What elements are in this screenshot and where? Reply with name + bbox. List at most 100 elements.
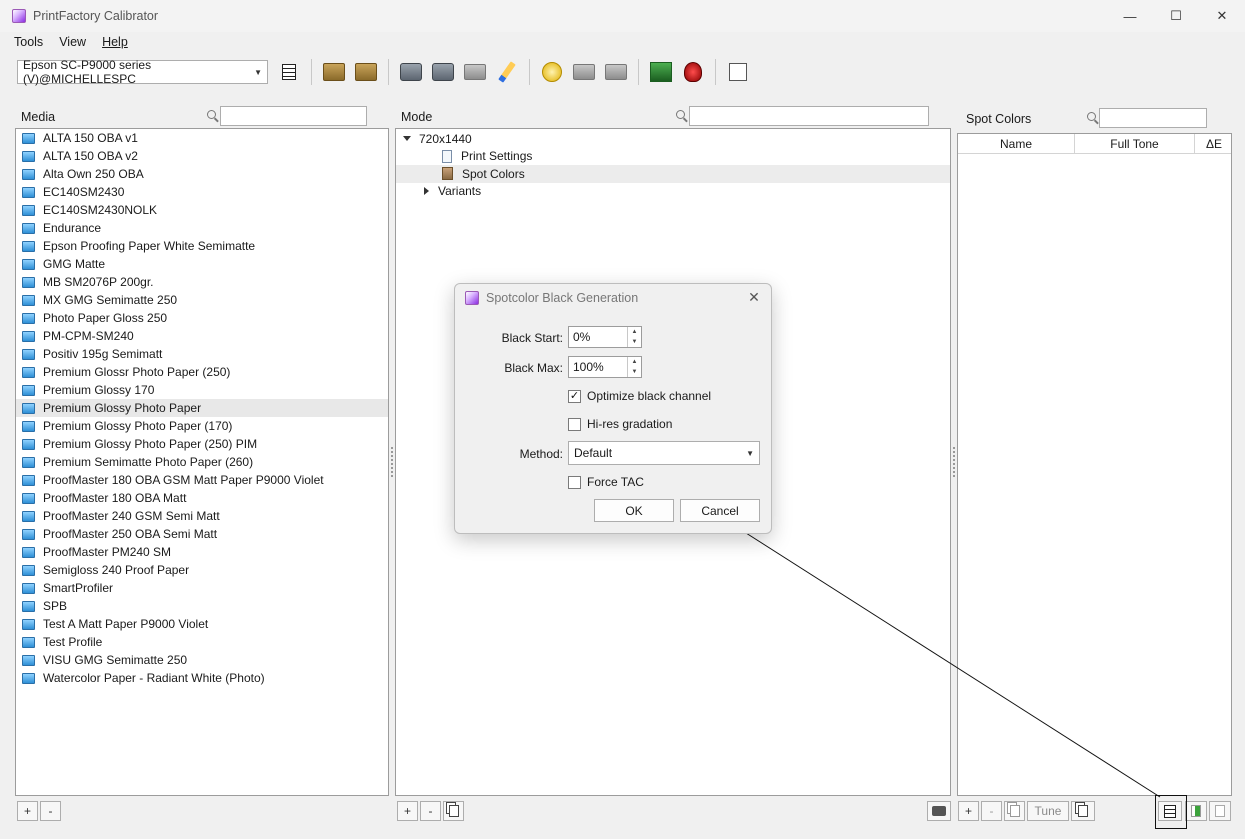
black-start-value[interactable]: 0% [569,327,627,347]
media-remove-button[interactable]: - [40,801,61,821]
media-list-item[interactable]: Premium Glossy 170 [16,381,388,399]
media-list-item[interactable]: Test Profile [16,633,388,651]
ok-button[interactable]: OK [594,499,674,522]
mode-print-button[interactable] [927,801,951,821]
media-list-item[interactable]: ProofMaster 250 OBA Semi Matt [16,525,388,543]
spin-up-icon[interactable]: ▲ [628,357,641,367]
media-list-item[interactable]: ALTA 150 OBA v1 [16,129,388,147]
media-add-button[interactable]: + [17,801,38,821]
tools-button[interactable] [603,59,629,85]
spot-search-input[interactable] [1099,108,1207,128]
media-list-item[interactable]: Premium Glossy Photo Paper [16,399,388,417]
checkbox-unchecked-icon[interactable] [568,417,581,431]
printer-disabled-button[interactable] [462,59,488,85]
mode-add-button[interactable]: + [397,801,418,821]
media-list-item[interactable]: Endurance [16,219,388,237]
tree-node-spot-colors[interactable]: Spot Colors [396,165,950,183]
spin-down-icon[interactable]: ▼ [628,337,641,347]
media-splitter[interactable] [391,447,393,477]
media-list-item[interactable]: Premium Glossy Photo Paper (170) [16,417,388,435]
checkbox-unchecked-icon[interactable] [568,475,581,489]
tree-node-variants[interactable]: Variants [396,183,950,201]
black-max-spinbox[interactable]: 100% ▲ ▼ [568,356,642,378]
add-printer-button[interactable] [398,59,424,85]
media-list-item[interactable]: Photo Paper Gloss 250 [16,309,388,327]
checkbox-checked-icon[interactable]: ✓ [568,389,581,403]
export-package-button[interactable] [353,59,379,85]
media-list-item[interactable]: EC140SM2430 [16,183,388,201]
frame-button[interactable] [725,59,751,85]
media-list-item[interactable]: Premium Glossy Photo Paper (250) PIM [16,435,388,453]
chart-button[interactable] [648,59,674,85]
spot-library-button[interactable] [1071,801,1095,821]
media-list-item[interactable]: ALTA 150 OBA v2 [16,147,388,165]
collapse-arrow-icon[interactable] [424,187,429,196]
printer-select[interactable]: Epson SC-P9000 series (V)@MICHELLESPC ▼ [17,58,268,86]
column-header-full-tone[interactable]: Full Tone [1075,134,1195,154]
media-list-item[interactable]: Premium Semimatte Photo Paper (260) [16,453,388,471]
import-package-button[interactable] [321,59,347,85]
column-header-name[interactable]: Name [958,134,1075,154]
media-list-item[interactable]: ProofMaster 240 GSM Semi Matt [16,507,388,525]
media-list-item[interactable]: Semigloss 240 Proof Paper [16,561,388,579]
menu-help[interactable]: Help [94,35,136,49]
edit-button[interactable] [494,59,520,85]
media-list-item-label: Watercolor Paper - Radiant White (Photo) [43,671,265,685]
dialog-close-button[interactable]: ✕ [745,288,763,306]
folder-icon [22,150,35,162]
media-list-item[interactable]: Watercolor Paper - Radiant White (Photo) [16,669,388,687]
media-list-item[interactable]: Epson Proofing Paper White Semimatte [16,237,388,255]
tree-node-resolution[interactable]: 720x1440 [396,130,950,148]
cancel-button[interactable]: Cancel [680,499,760,522]
media-list-item[interactable]: Test A Matt Paper P9000 Violet [16,615,388,633]
media-search-input[interactable] [220,106,367,126]
media-list-item[interactable]: EC140SM2430NOLK [16,201,388,219]
license-button[interactable] [680,59,706,85]
spot-tune-button[interactable]: Tune [1027,801,1069,821]
media-list-item[interactable]: SPB [16,597,388,615]
media-list-item[interactable]: MB SM2076P 200gr. [16,273,388,291]
close-button[interactable]: ✕ [1199,0,1245,32]
method-dropdown[interactable]: Default ▼ [568,441,760,465]
spot-export-button[interactable] [1209,801,1231,821]
mode-duplicate-button[interactable] [443,801,464,821]
black-start-spinbox[interactable]: 0% ▲ ▼ [568,326,642,348]
media-list-item[interactable]: PM-CPM-SM240 [16,327,388,345]
media-list-item[interactable]: Premium Glossr Photo Paper (250) [16,363,388,381]
printer-settings-button[interactable] [430,59,456,85]
media-list-item[interactable]: Positiv 195g Semimatt [16,345,388,363]
media-list-item[interactable]: Alta Own 250 OBA [16,165,388,183]
force-tac-checkbox[interactable]: Force TAC [568,475,644,489]
light-button[interactable] [539,59,565,85]
menu-tools[interactable]: Tools [6,35,51,49]
spin-up-icon[interactable]: ▲ [628,327,641,337]
black-max-value[interactable]: 100% [569,357,627,377]
spot-remove-button[interactable]: - [981,801,1002,821]
menu-view[interactable]: View [51,35,94,49]
optimize-black-checkbox[interactable]: ✓ Optimize black channel [568,389,711,403]
media-list-item[interactable]: SmartProfiler [16,579,388,597]
mode-splitter[interactable] [953,447,955,477]
media-list-item[interactable]: ProofMaster 180 OBA Matt [16,489,388,507]
maximize-button[interactable]: ☐ [1153,0,1199,32]
media-list-item[interactable]: GMG Matte [16,255,388,273]
spot-import-button[interactable] [1185,801,1207,821]
minimize-button[interactable]: — [1107,0,1153,32]
folder-icon [22,312,35,324]
printer-list-button[interactable] [276,59,302,85]
hires-gradation-checkbox[interactable]: Hi-res gradation [568,417,672,431]
media-list-item[interactable]: MX GMG Semimatte 250 [16,291,388,309]
spot-duplicate-button[interactable] [1004,801,1025,821]
spot-add-button[interactable]: + [958,801,979,821]
tree-node-print-settings[interactable]: Print Settings [396,148,950,166]
mode-remove-button[interactable]: - [420,801,441,821]
media-list-item[interactable]: VISU GMG Semimatte 250 [16,651,388,669]
measure-button[interactable] [571,59,597,85]
printer-select-value: Epson SC-P9000 series (V)@MICHELLESPC [23,58,152,86]
mode-search-input[interactable] [689,106,929,126]
media-list-item[interactable]: ProofMaster PM240 SM [16,543,388,561]
expand-arrow-icon[interactable] [403,136,411,142]
column-header-delta-e[interactable]: ΔE [1195,134,1231,154]
media-list-item[interactable]: ProofMaster 180 OBA GSM Matt Paper P9000… [16,471,388,489]
spin-down-icon[interactable]: ▼ [628,367,641,377]
